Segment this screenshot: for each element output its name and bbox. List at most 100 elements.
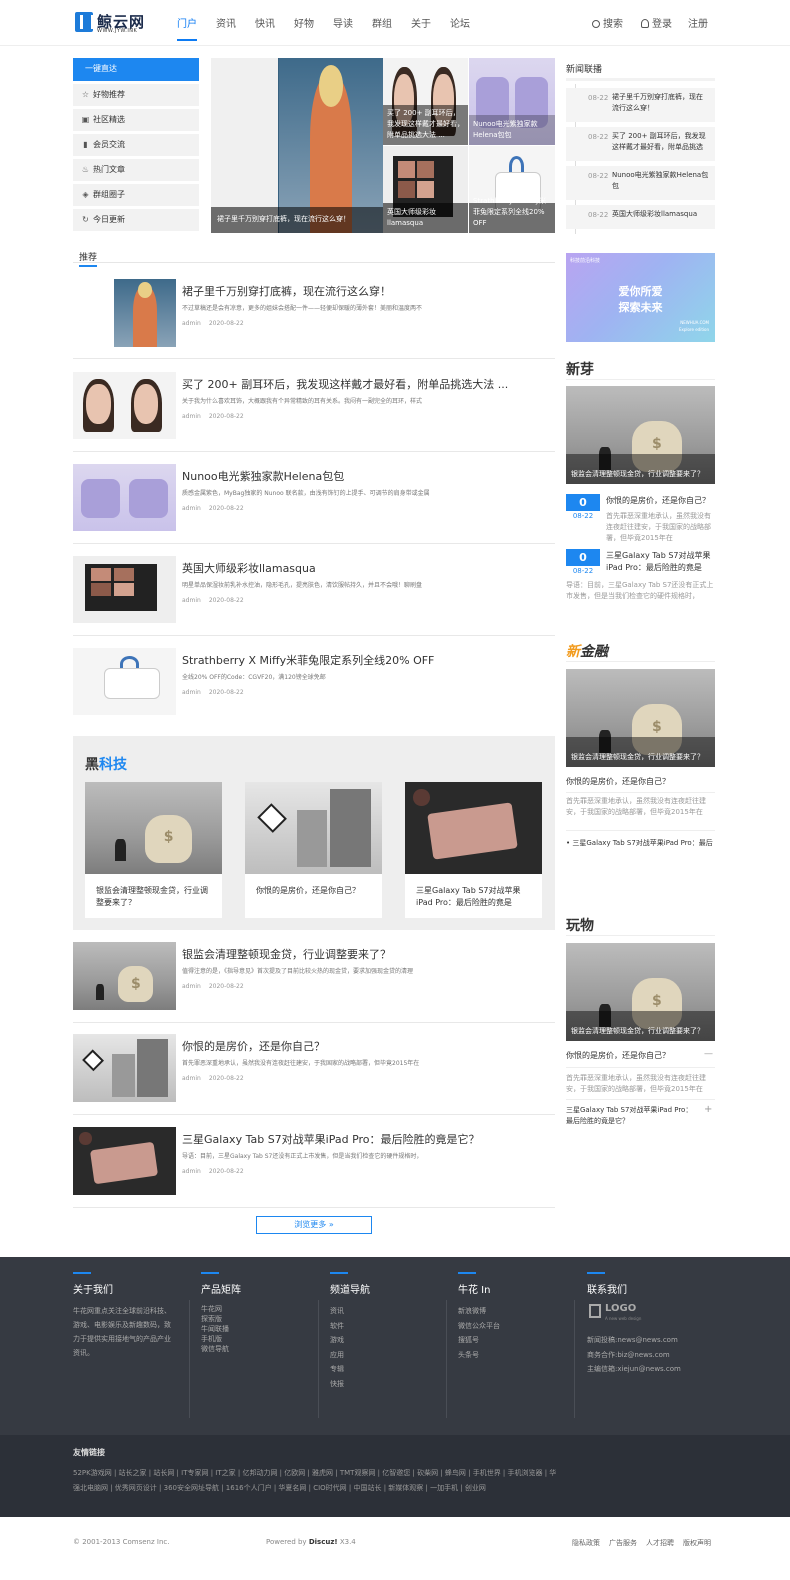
footer-channels-title: 频道导航 — [330, 1272, 370, 1296]
footer-link[interactable]: 应用 — [330, 1348, 344, 1363]
wanwu-item-title[interactable]: 你恨的是房价，还是你自己？ — [566, 1050, 670, 1062]
menu-item-circles[interactable]: ◈ 群组圈子 — [73, 184, 199, 206]
slider-tile-bag[interactable]: Nunoo电光紫独家款Helena包包 — [469, 58, 555, 145]
register-link[interactable]: 注册 — [688, 15, 708, 30]
footer-link[interactable]: 微信导航 — [201, 1344, 229, 1354]
menu-item-members[interactable]: ▮ 会员交流 — [73, 134, 199, 156]
nav-item-flash[interactable]: 快讯 — [255, 15, 275, 30]
news-flash-item[interactable]: 08-22 Nunoo电光紫独家款Helena包包 — [566, 166, 715, 200]
menu-item-quick[interactable]: 一键直达 — [73, 58, 199, 81]
slider-tile-makeup[interactable]: 英国大师级彩妆llamasqua — [383, 146, 468, 233]
xinya-item-desc: 导语：目前，三星Galaxy Tab S7还没有正式上市发售，但是当我们检查它的… — [566, 581, 714, 600]
article-title[interactable]: 英国大师级彩妆llamasqua — [182, 560, 542, 576]
xinya-item-title[interactable]: 三星Galaxy Tab S7对战苹果iPad Pro：最后险胜的竟是 — [606, 550, 716, 574]
footer-logo-sub: A new web design — [605, 1316, 642, 1321]
nav-item-news[interactable]: 资讯 — [216, 15, 236, 30]
nav-item-forum[interactable]: 论坛 — [450, 15, 470, 30]
news-flash-item[interactable]: 08-22 裙子里千万别穿打底裤，现在流行这么穿！ — [566, 88, 715, 122]
menu-item-goods[interactable]: ☆ 好物推荐 — [73, 84, 199, 106]
finance-item-title[interactable]: 你恨的是房价，还是你自己？ — [566, 776, 670, 788]
friend-links-row[interactable]: 52PK游戏网 | 站长之家 | 站长网 | IT专家网 | IT之家 | 亿邦… — [73, 1466, 723, 1481]
nav-item-portal[interactable]: 门户 — [177, 15, 197, 41]
slider-tile-earrings[interactable]: 买了 200+ 副耳环后，我发现这样戴才最好看，附单品挑选大法 ... — [383, 58, 468, 145]
finance-item-title[interactable]: • 三星Galaxy Tab S7对战苹果iPad Pro：最后 — [566, 837, 715, 849]
article-thumb[interactable] — [73, 1034, 176, 1102]
menu-item-today[interactable]: ↻ 今日更新 — [73, 209, 199, 231]
wanwu-title: 玩物 — [566, 918, 594, 934]
article-thumb[interactable] — [73, 942, 176, 1010]
menu-item-community[interactable]: ▣ 社区精选 — [73, 109, 199, 131]
tab-recommend[interactable]: 推荐 — [79, 250, 98, 267]
article-title[interactable]: Strathberry X Miffy米菲兔限定系列全线20% OFF — [182, 652, 542, 668]
divider — [566, 1067, 715, 1068]
black-tech-card[interactable]: 三星Galaxy Tab S7对战苹果iPad Pro：最后险胜的竟是 — [405, 782, 542, 918]
powered-name[interactable]: Discuz! — [309, 1538, 338, 1546]
footer-link[interactable]: 搜狐号 — [458, 1333, 500, 1348]
slider-main[interactable]: 裙子里千万别穿打底裤，现在流行这么穿！ — [211, 58, 383, 233]
privacy-link[interactable]: 隐私政策 — [572, 1538, 600, 1548]
article-thumb[interactable] — [114, 279, 176, 347]
xinya-feature[interactable]: 银监会清理整顿现金贷，行业调整要来了？ — [566, 386, 715, 484]
footer-contact: 主编信箱:xiejun@news.com — [587, 1365, 681, 1373]
load-more-button[interactable]: 浏览更多 » — [256, 1216, 372, 1234]
nav-item-goods[interactable]: 好物 — [294, 15, 314, 30]
black-tech-card[interactable]: 银监会清理整顿现金贷，行业调整要来了？ — [85, 782, 222, 918]
date-badge: 0 08-22 — [566, 549, 600, 577]
footer-niuhua-list: 新浪微博 微信公众平台 搜狐号 头条号 — [458, 1304, 500, 1362]
article-title[interactable]: 银监会清理整顿现金贷，行业调整要来了？ — [182, 946, 542, 962]
xinya-item-title[interactable]: 你恨的是房价，还是你自己？ — [606, 495, 716, 507]
article-date: 2020-08-22 — [208, 689, 244, 696]
article-title[interactable]: 裙子里千万别穿打底裤，现在流行这么穿！ — [182, 283, 542, 299]
footer-link[interactable]: 新浪微博 — [458, 1304, 500, 1319]
article-thumb[interactable] — [73, 556, 176, 623]
finance-feature[interactable]: 银监会清理整顿现金贷，行业调整要来了？ — [566, 669, 715, 767]
expand-icon[interactable]: + — [704, 1104, 712, 1115]
jobs-link[interactable]: 人才招聘 — [646, 1538, 674, 1548]
news-flash-item[interactable]: 08-22买了 200+ 副耳环后，我发现这样戴才最好看，附单品挑选大 ... — [566, 127, 715, 161]
footer-channels-list: 资讯 软件 游戏 应用 专辑 快报 — [330, 1304, 344, 1391]
divider — [566, 792, 715, 793]
ad-banner[interactable]: 科技前沿科技 爱你所爱 探索未来 NEWHUA.COM Explore edit… — [566, 253, 715, 342]
nav-item-groups[interactable]: 群组 — [372, 15, 392, 30]
title-part: 新 — [566, 644, 580, 660]
footer-link[interactable]: 手机版 — [201, 1334, 229, 1344]
footer-link[interactable]: 资讯 — [330, 1304, 344, 1319]
black-tech-card[interactable]: 你恨的是房价，还是你自己？ — [245, 782, 382, 918]
search-link[interactable]: 搜索 — [592, 15, 623, 30]
wanwu-item-title[interactable]: 三星Galaxy Tab S7对战苹果iPad Pro：最后险胜的竟是它？ — [566, 1105, 696, 1129]
menu-item-hot[interactable]: ♨ 热门文章 — [73, 159, 199, 181]
footer-link[interactable]: 牛花网 — [201, 1304, 229, 1314]
article-title[interactable]: Nunoo电光紫独家款Helena包包 — [182, 468, 542, 484]
collapse-icon[interactable]: — — [704, 1049, 713, 1059]
article-date: 2020-08-22 — [208, 1075, 244, 1082]
login-link[interactable]: 登录 — [641, 15, 672, 30]
copyright-link[interactable]: 版权声明 — [683, 1538, 711, 1548]
footer-link[interactable]: 软件 — [330, 1319, 344, 1334]
finance-item-desc: 首先罪恶深重地承认，虽然我没有连夜赶往建安，于我国家的战略部署，但毕竟2015年… — [566, 797, 706, 816]
footer-link[interactable]: 快报 — [330, 1377, 344, 1392]
article-title[interactable]: 你恨的是房价，还是你自己？ — [182, 1038, 542, 1054]
footer-link[interactable]: 头条号 — [458, 1348, 500, 1363]
wanwu-feature[interactable]: 银监会清理整顿现金贷，行业调整要来了？ — [566, 943, 715, 1041]
slider-tile-miffy[interactable]: Strathberry X Miffy米菲兔限定系列全线20% OFF — [469, 146, 555, 233]
xinya-feature-caption: 银监会清理整顿现金贷，行业调整要来了？ — [571, 470, 704, 478]
footer-link[interactable]: 专辑 — [330, 1362, 344, 1377]
news-flash-item[interactable]: 08-22 英国大师级彩妆llamasqua — [566, 205, 715, 229]
article-thumb[interactable] — [73, 464, 176, 531]
article-date: 2020-08-22 — [208, 505, 244, 512]
footer-link[interactable]: 微信公众平台 — [458, 1319, 500, 1334]
footer-link[interactable]: 游戏 — [330, 1333, 344, 1348]
article-title[interactable]: 买了 200+ 副耳环后，我发现这样戴才最好看，附单品挑选大法 ... — [182, 376, 542, 392]
footer-link[interactable]: 探索版 — [201, 1314, 229, 1324]
article-title[interactable]: 三星Galaxy Tab S7对战苹果iPad Pro：最后险胜的竟是它？ — [182, 1131, 542, 1147]
article-thumb[interactable] — [73, 372, 176, 439]
ads-link[interactable]: 广告服务 — [609, 1538, 637, 1548]
article-thumb[interactable] — [73, 648, 176, 715]
friend-links-row[interactable]: 强北电脑网 | 优秀网页设计 | 360安全网址导航 | 1616个人门户 | … — [73, 1481, 723, 1496]
divider — [73, 358, 555, 359]
article-thumb[interactable] — [73, 1127, 176, 1195]
footer-link[interactable]: 牛闻联播 — [201, 1324, 229, 1334]
nav-item-guide[interactable]: 导读 — [333, 15, 353, 30]
site-logo[interactable]: 鲸云网 WWW.JYW.INK — [75, 12, 149, 36]
nav-item-about[interactable]: 关于 — [411, 15, 431, 30]
